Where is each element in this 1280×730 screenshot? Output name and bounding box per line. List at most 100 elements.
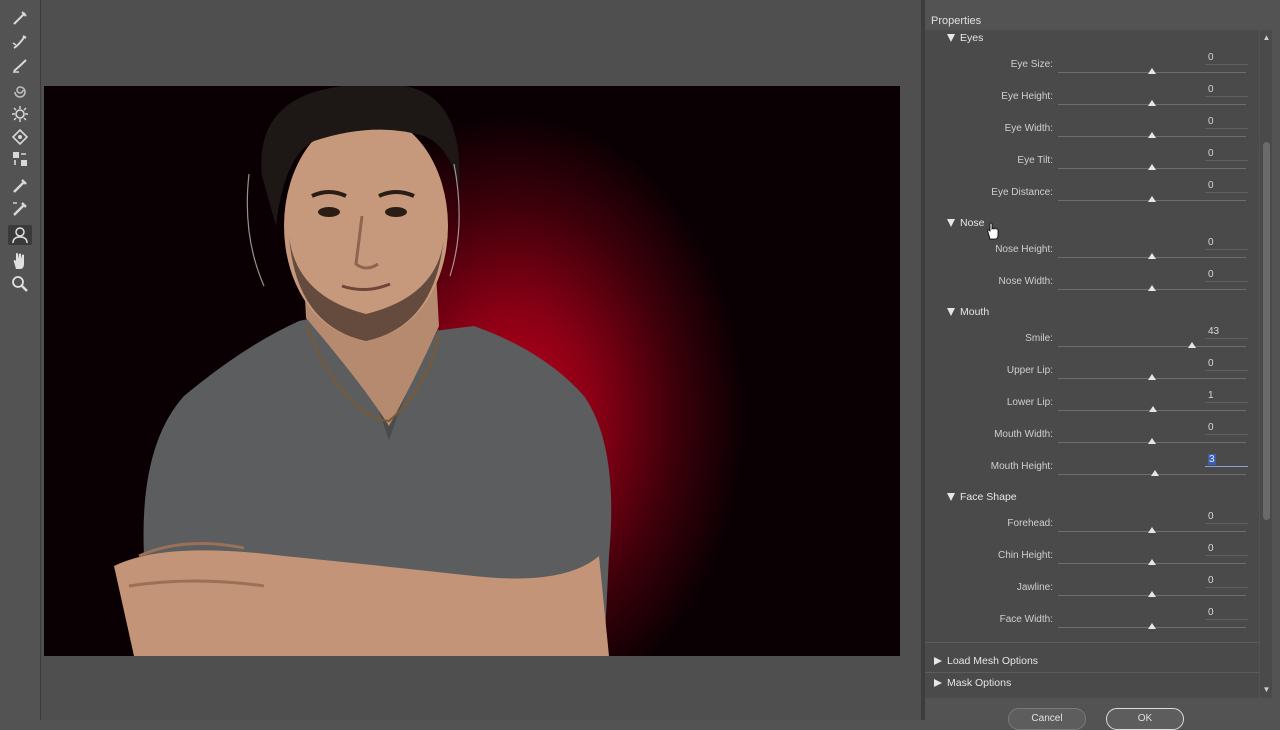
smile-value: 43 <box>1208 326 1220 337</box>
section-separator <box>925 642 1259 643</box>
nose-height-slider-thumb[interactable] <box>1148 253 1156 259</box>
properties-scrollbar[interactable]: ▲ ▼ <box>1260 30 1272 698</box>
forward-warp-tool-icon[interactable] <box>8 8 32 28</box>
properties-panel: Properties Eyes Eye Size: 0 Eye Height: 0 Eye… <box>925 0 1280 720</box>
hand-tool-icon[interactable] <box>8 251 32 271</box>
pucker-tool-icon[interactable] <box>8 104 32 124</box>
scroll-up-arrow-icon[interactable]: ▲ <box>1262 34 1271 42</box>
face-width-slider-thumb[interactable] <box>1148 623 1156 629</box>
expand-triangle-icon <box>947 493 955 501</box>
push-left-tool-icon[interactable] <box>8 149 32 169</box>
nose-height-value-field[interactable]: 0 <box>1205 237 1248 250</box>
forehead-label: Forehead: <box>1007 518 1053 529</box>
lower-lip-label: Lower Lip: <box>1006 397 1053 408</box>
properties-content: Eyes Eye Size: 0 Eye Height: 0 Eye Width: 0 Eye… <box>925 30 1259 698</box>
tools-panel <box>0 0 41 720</box>
face-width-value-field[interactable]: 0 <box>1205 607 1248 620</box>
scroll-thumb[interactable] <box>1263 142 1270 520</box>
eye-tilt-value-field[interactable]: 0 <box>1205 148 1248 161</box>
eye-width-slider-thumb[interactable] <box>1148 132 1156 138</box>
section-eyes[interactable]: Eyes <box>947 32 983 44</box>
scroll-down-arrow-icon[interactable]: ▼ <box>1262 686 1271 694</box>
upper-lip-value: 0 <box>1208 358 1214 369</box>
eye-height-value-field[interactable]: 0 <box>1205 84 1248 97</box>
smile-value-field[interactable]: 43 <box>1205 326 1248 339</box>
section-mouth[interactable]: Mouth <box>947 306 989 318</box>
nose-width-value-field[interactable]: 0 <box>1205 269 1248 282</box>
ok-button[interactable]: OK <box>1106 708 1184 730</box>
bloat-tool-icon[interactable] <box>8 127 32 147</box>
smile-slider-thumb[interactable] <box>1188 342 1197 348</box>
section-load-mesh-options[interactable]: Load Mesh Options <box>934 655 1038 667</box>
section-face-shape[interactable]: Face Shape <box>947 491 1017 503</box>
portrait-photo[interactable] <box>44 86 900 656</box>
section-title: Load Mesh Options <box>947 655 1039 667</box>
nose-height-value: 0 <box>1208 237 1214 248</box>
eye-tilt-value: 0 <box>1208 148 1214 159</box>
eye-distance-value-field[interactable]: 0 <box>1205 180 1248 193</box>
eye-size-value-field[interactable]: 0 <box>1205 52 1248 65</box>
eye-tilt-label: Eye Tilt: <box>1017 155 1053 166</box>
cancel-button[interactable]: Cancel <box>1008 708 1086 730</box>
forehead-slider-thumb[interactable] <box>1148 527 1156 533</box>
mouth-height-label: Mouth Height: <box>990 461 1053 472</box>
eye-size-label: Eye Size: <box>1010 59 1053 70</box>
panel-title: Properties <box>931 15 982 27</box>
upper-lip-slider-thumb[interactable] <box>1148 374 1156 380</box>
expand-triangle-icon <box>947 34 955 42</box>
mouth-width-value: 0 <box>1208 422 1214 433</box>
zoom-tool-icon[interactable] <box>8 274 32 294</box>
eye-width-value-field[interactable]: 0 <box>1205 116 1248 129</box>
face-width-value: 0 <box>1208 607 1214 618</box>
section-title: Nose <box>960 217 985 229</box>
forehead-value: 0 <box>1208 511 1214 522</box>
chin-height-label: Chin Height: <box>997 550 1053 561</box>
mouth-height-slider-thumb[interactable] <box>1150 470 1159 476</box>
chin-height-value-field[interactable]: 0 <box>1205 543 1248 556</box>
eye-distance-value: 0 <box>1208 180 1214 191</box>
eye-size-slider-thumb[interactable] <box>1148 68 1156 74</box>
nose-width-slider-thumb[interactable] <box>1148 285 1156 291</box>
reconstruct-tool-icon[interactable] <box>8 32 32 52</box>
nose-width-value: 0 <box>1208 269 1214 280</box>
section-title: Mouth <box>960 306 990 318</box>
collapse-triangle-icon <box>934 657 942 665</box>
face-tool-icon[interactable] <box>8 225 32 245</box>
section-separator <box>925 672 1259 673</box>
eye-height-label: Eye Height: <box>1001 91 1053 102</box>
expand-triangle-icon <box>947 308 955 316</box>
jawline-slider-thumb[interactable] <box>1148 591 1156 597</box>
eye-tilt-slider-thumb[interactable] <box>1148 164 1156 170</box>
lower-lip-value: 1 <box>1208 390 1214 401</box>
lower-lip-slider-thumb[interactable] <box>1148 406 1157 412</box>
eye-distance-slider-thumb[interactable] <box>1148 196 1156 202</box>
thaw-mask-tool-icon[interactable] <box>8 199 32 219</box>
smile-slider-track[interactable] <box>1058 346 1246 347</box>
mouth-height-value-field[interactable]: 3 <box>1205 454 1248 467</box>
lower-lip-value-field[interactable]: 1 <box>1205 390 1248 403</box>
eye-height-value: 0 <box>1208 84 1214 95</box>
nose-height-label: Nose Height: <box>995 244 1053 255</box>
upper-lip-value-field[interactable]: 0 <box>1205 358 1248 371</box>
eye-distance-label: Eye Distance: <box>991 187 1053 198</box>
twirl-tool-icon[interactable] <box>8 82 32 102</box>
face-width-label: Face Width: <box>999 614 1053 625</box>
hand-cursor-icon <box>987 222 999 240</box>
eye-width-label: Eye Width: <box>1004 123 1053 134</box>
chin-height-value: 0 <box>1208 543 1214 554</box>
jawline-value-field[interactable]: 0 <box>1205 575 1248 588</box>
freeze-mask-tool-icon[interactable] <box>8 176 32 196</box>
chin-height-slider-thumb[interactable] <box>1148 559 1156 565</box>
mouth-width-value-field[interactable]: 0 <box>1205 422 1248 435</box>
canvas-area[interactable] <box>41 0 921 720</box>
mouth-width-slider-thumb[interactable] <box>1148 438 1156 444</box>
section-mask-options[interactable]: Mask Options <box>934 677 1011 689</box>
smile-label: Smile: <box>1025 333 1053 344</box>
section-nose[interactable]: Nose <box>947 217 985 229</box>
forehead-value-field[interactable]: 0 <box>1205 511 1248 524</box>
smooth-tool-icon[interactable] <box>8 55 32 75</box>
jawline-label: Jawline: <box>1016 582 1053 593</box>
eye-size-value: 0 <box>1208 52 1214 63</box>
eye-height-slider-thumb[interactable] <box>1148 100 1156 106</box>
expand-triangle-icon <box>947 219 955 227</box>
